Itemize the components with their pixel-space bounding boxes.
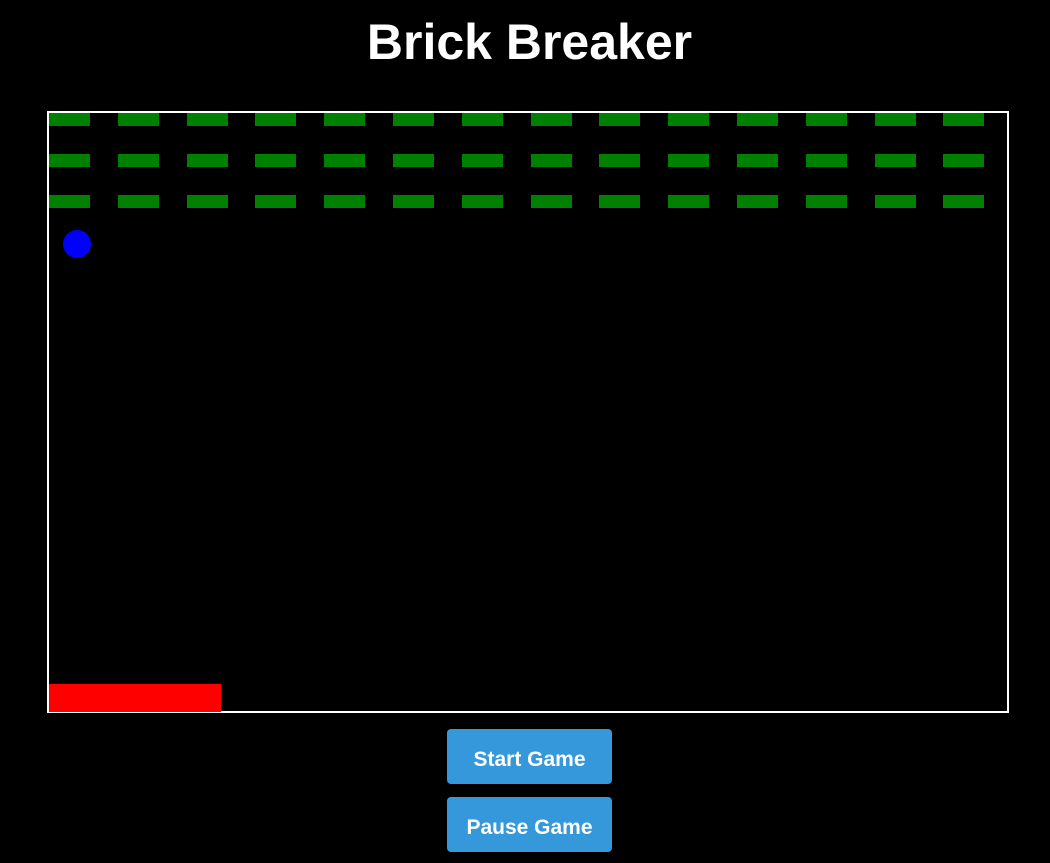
brick bbox=[187, 195, 228, 208]
brick bbox=[875, 195, 916, 208]
brick bbox=[875, 113, 916, 126]
brick bbox=[324, 195, 365, 208]
brick bbox=[393, 154, 434, 167]
brick bbox=[187, 154, 228, 167]
brick bbox=[668, 113, 709, 126]
brick bbox=[462, 113, 503, 126]
brick bbox=[187, 113, 228, 126]
brick bbox=[943, 113, 984, 126]
brick bbox=[737, 154, 778, 167]
brick bbox=[49, 113, 90, 126]
brick bbox=[118, 113, 159, 126]
brick bbox=[393, 195, 434, 208]
brick bbox=[462, 154, 503, 167]
pause-game-button[interactable]: Pause Game bbox=[447, 797, 612, 852]
brick bbox=[255, 113, 296, 126]
brick bbox=[324, 113, 365, 126]
brick bbox=[737, 113, 778, 126]
brick bbox=[255, 154, 296, 167]
brick bbox=[531, 195, 572, 208]
brick bbox=[255, 195, 296, 208]
brick bbox=[806, 195, 847, 208]
paddle[interactable] bbox=[49, 684, 221, 712]
brick bbox=[49, 195, 90, 208]
brick bbox=[875, 154, 916, 167]
brick bbox=[943, 195, 984, 208]
brick bbox=[668, 154, 709, 167]
start-game-button[interactable]: Start Game bbox=[447, 729, 612, 784]
brick bbox=[668, 195, 709, 208]
brick bbox=[324, 154, 365, 167]
brick bbox=[943, 154, 984, 167]
brick bbox=[118, 154, 159, 167]
brick bbox=[462, 195, 503, 208]
brick bbox=[531, 154, 572, 167]
brick bbox=[49, 154, 90, 167]
brick bbox=[806, 113, 847, 126]
game-board[interactable] bbox=[47, 111, 1009, 713]
brick bbox=[531, 113, 572, 126]
brick bbox=[737, 195, 778, 208]
brick bbox=[806, 154, 847, 167]
brick bbox=[599, 154, 640, 167]
ball bbox=[63, 230, 91, 258]
brick bbox=[599, 113, 640, 126]
game-title: Brick Breaker bbox=[366, 14, 693, 70]
brick bbox=[393, 113, 434, 126]
brick bbox=[118, 195, 159, 208]
brick bbox=[599, 195, 640, 208]
